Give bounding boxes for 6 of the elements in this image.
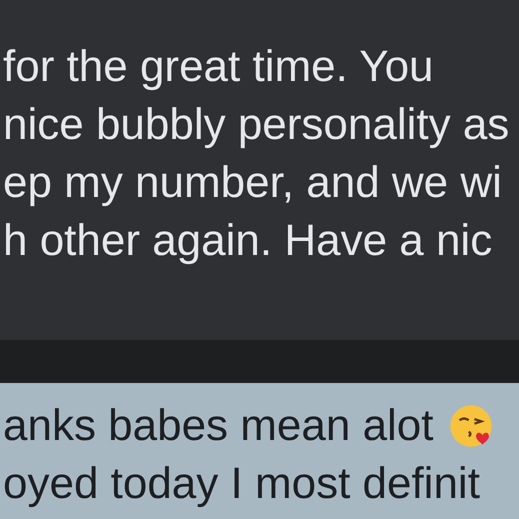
message-text: anks babes mean alot bbox=[3, 401, 434, 451]
message-text: nice bubbly personality as bbox=[3, 100, 510, 150]
message-text: oyed today I most definit bbox=[3, 459, 480, 509]
message-text: ep my number, and we wi bbox=[3, 158, 502, 208]
message-text: for the great time. You bbox=[3, 42, 434, 92]
message-text: h other again. Have a nic bbox=[3, 216, 492, 266]
